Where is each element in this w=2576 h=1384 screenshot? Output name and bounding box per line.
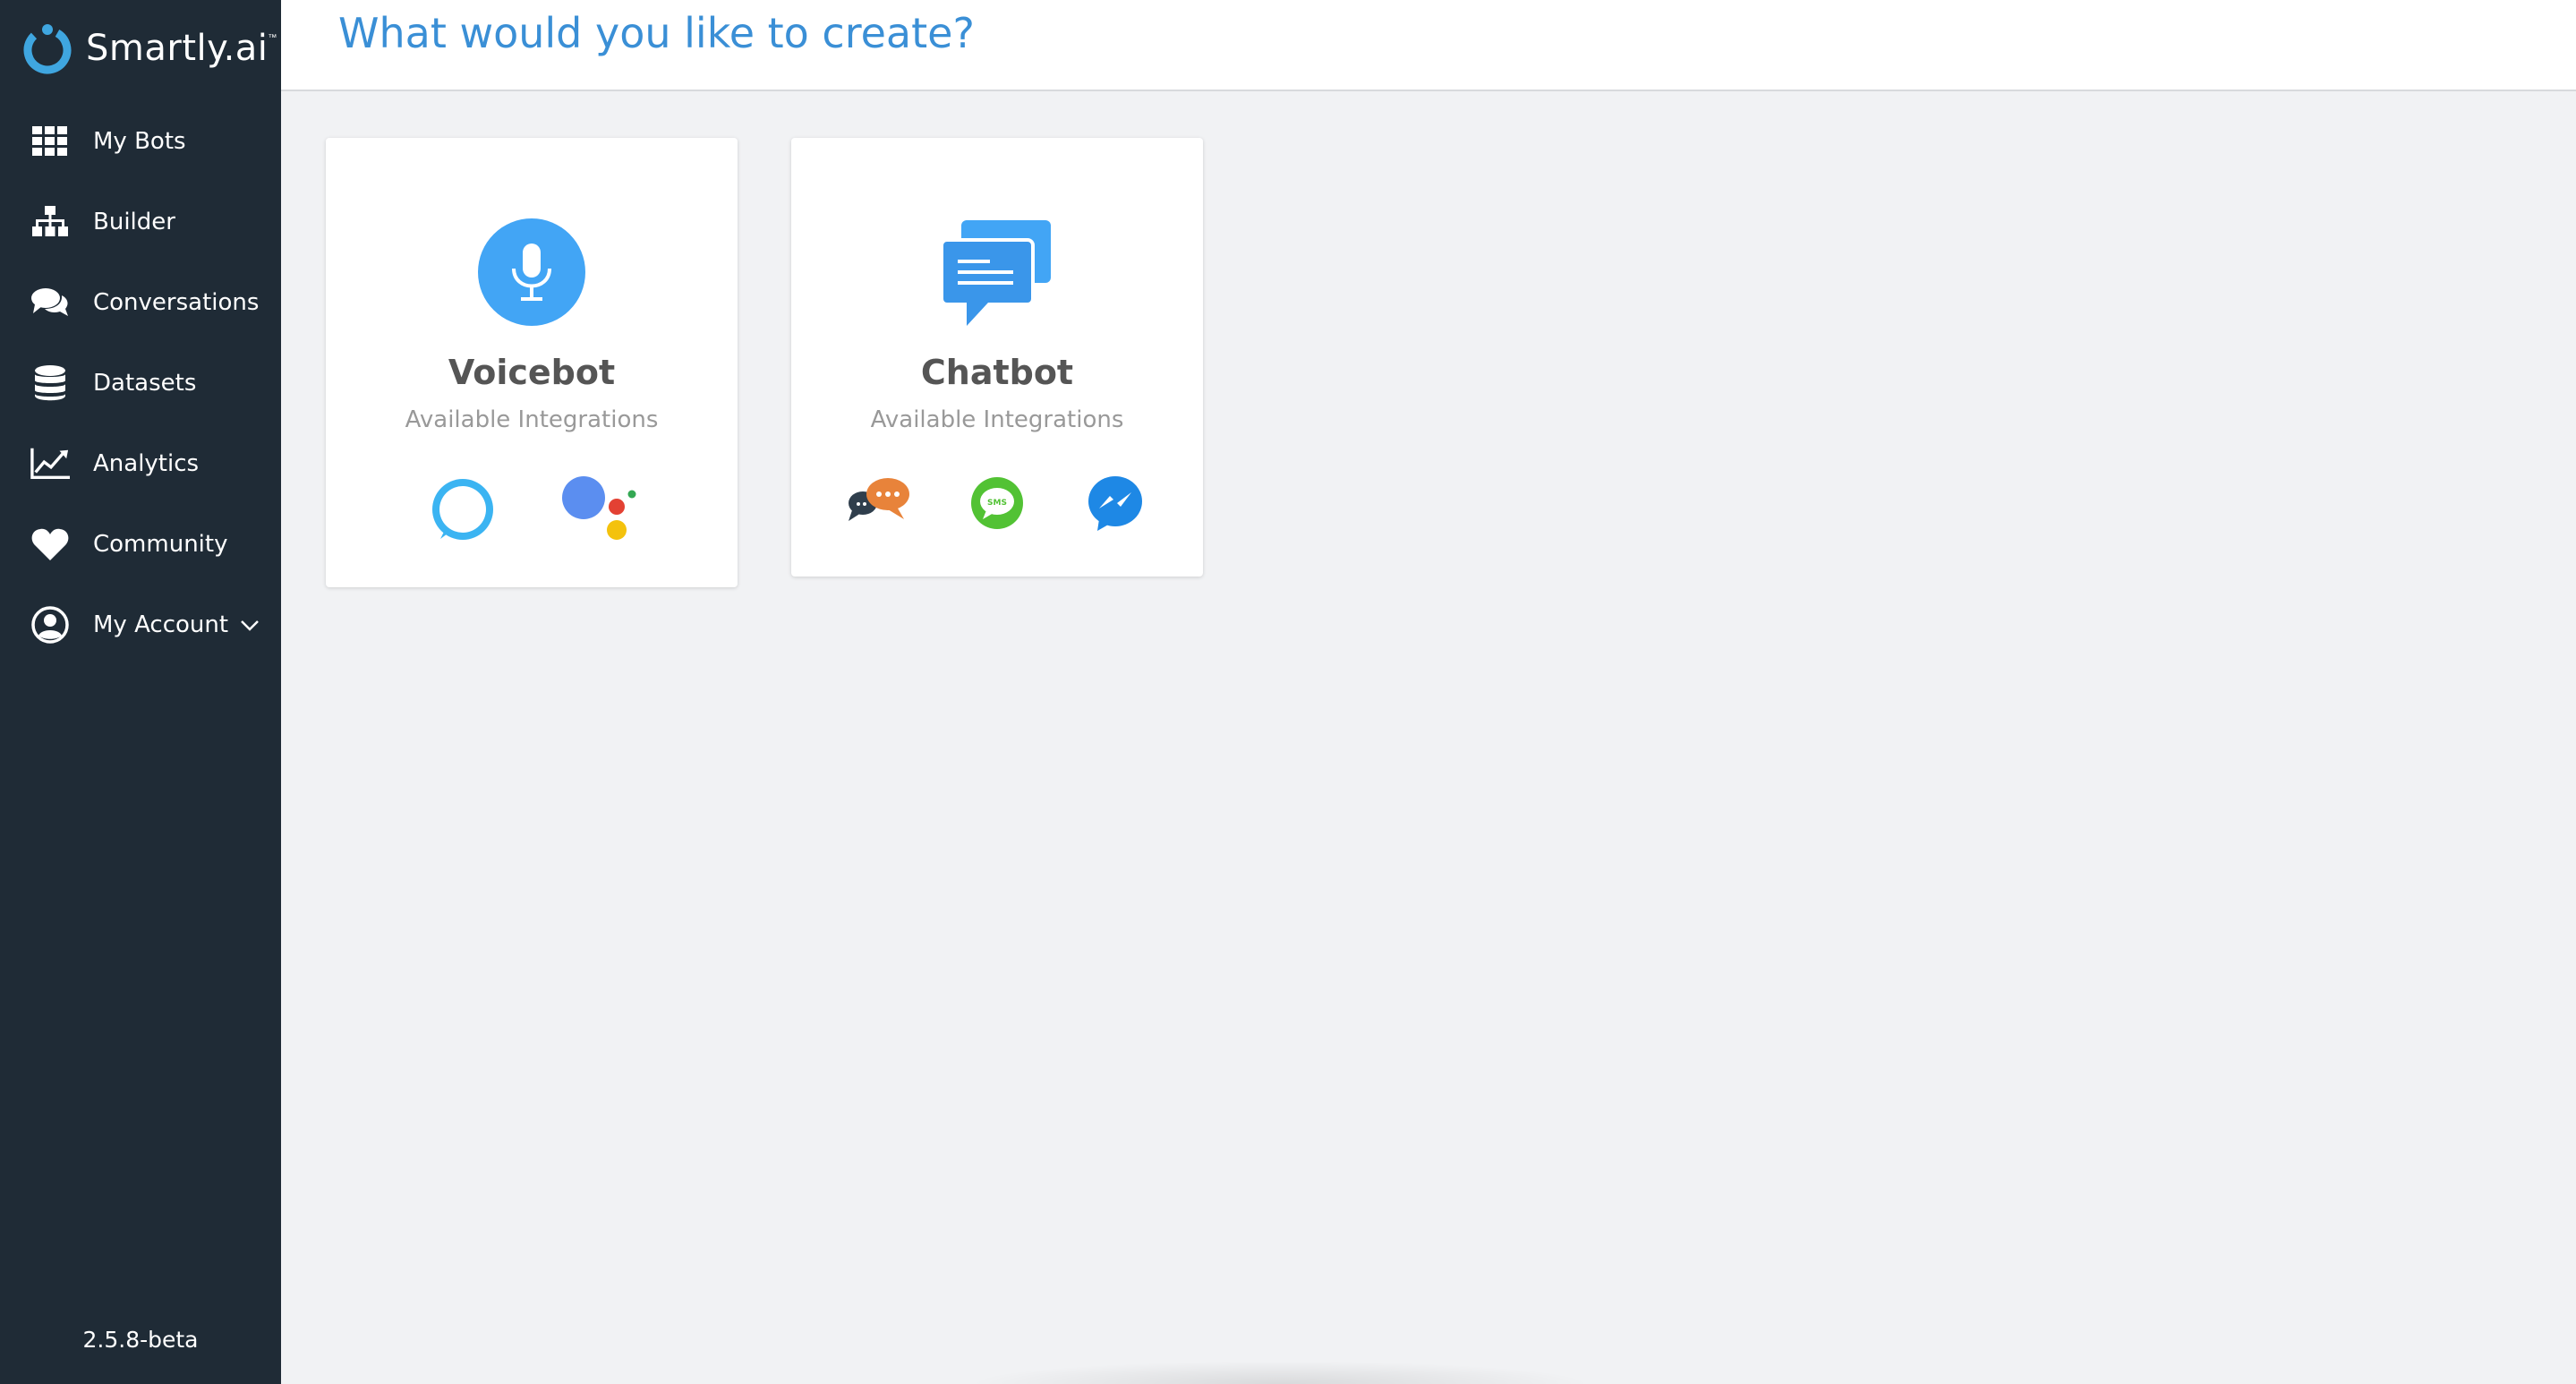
sidebar-item-label: Conversations [93,289,260,316]
sidebar-item-community[interactable]: Community [0,508,281,580]
voicebot-card[interactable]: Voicebot Available Integrations [326,138,738,587]
sidebar-item-label: Builder [93,209,175,235]
sidebar-item-label: Datasets [93,370,197,397]
bottom-shadow [967,1361,1593,1384]
svg-text:SMS: SMS [987,499,1007,508]
sitemap-icon [30,202,70,242]
smartly-logo-icon [23,24,72,74]
microphone-icon [478,218,585,330]
sidebar-item-builder[interactable]: Builder [0,186,281,258]
sidebar-item-my-account[interactable]: My Account [0,589,281,661]
sidebar: Smartly.ai ™ My Bots Builder Conversatio… [0,0,281,1384]
sidebar-item-label: My Bots [93,128,186,155]
card-subtitle: Available Integrations [405,406,659,433]
sidebar-item-datasets[interactable]: Datasets [0,347,281,419]
brand-name: Smartly.ai [86,28,269,69]
heart-icon [30,525,70,564]
sidebar-item-label: My Account [93,611,229,638]
google-assistant-icon[interactable] [560,474,637,551]
sms-icon[interactable]: SMS [970,476,1024,534]
sidebar-item-label: Community [93,531,228,558]
sidebar-item-my-bots[interactable]: My Bots [0,106,281,177]
card-title: Voicebot [448,353,616,392]
sidebar-item-label: Analytics [93,450,200,477]
messenger-icon[interactable] [1087,474,1144,536]
chatbot-card[interactable]: Chatbot Available Integrations SMS [791,138,1203,577]
brand-logo[interactable]: Smartly.ai ™ [21,20,277,77]
comments-icon [30,283,70,322]
card-subtitle: Available Integrations [870,406,1124,433]
user-circle-icon [30,605,70,645]
web-chat-icon[interactable] [845,474,913,529]
chevron-down-icon[interactable] [240,619,260,636]
grid-icon [30,122,70,161]
page-title: What would you like to create? [338,9,975,57]
database-icon [30,363,70,403]
app-version: 2.5.8-beta [82,1327,199,1353]
sidebar-item-conversations[interactable]: Conversations [0,267,281,338]
sidebar-item-analytics[interactable]: Analytics [0,428,281,500]
chat-bubbles-icon [940,220,1053,332]
header: What would you like to create? [281,0,2576,91]
alexa-icon[interactable] [428,474,498,549]
card-title: Chatbot [920,353,1074,392]
trademark: ™ [268,32,277,43]
line-chart-icon [30,444,70,483]
